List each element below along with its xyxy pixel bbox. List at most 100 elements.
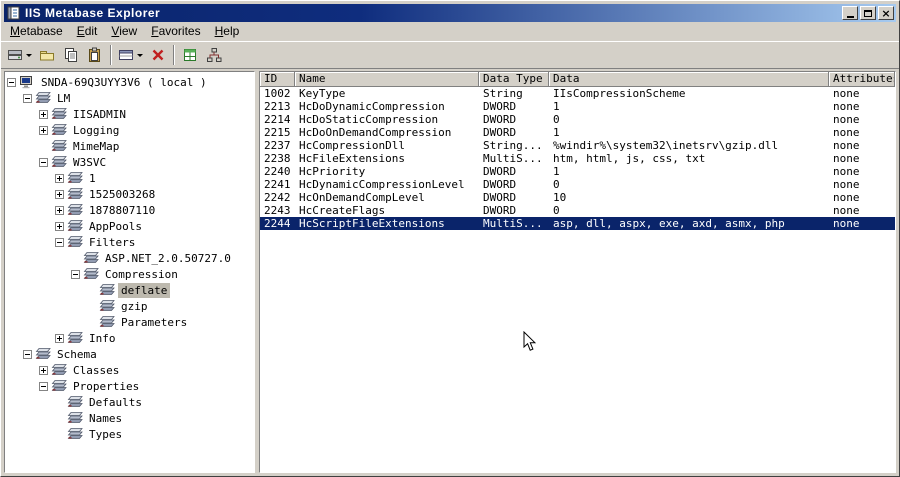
table-cell: DWORD [483, 178, 517, 191]
tree-node-label: deflate [118, 282, 171, 298]
tree-node-compression[interactable]: Compression [7, 266, 254, 282]
collapse-minus-icon[interactable] [23, 349, 32, 359]
tree-node-schema[interactable]: Schema [7, 346, 254, 362]
table-cell: DWORD [483, 100, 517, 113]
collapse-minus-icon[interactable] [71, 269, 80, 279]
tree-node-apppools[interactable]: AppPools [7, 218, 254, 234]
close-button[interactable]: × [878, 6, 894, 20]
menu-metabase[interactable]: Metabase [3, 22, 70, 41]
table-cell: HcFileExtensions [299, 152, 405, 165]
paste-button[interactable] [83, 44, 107, 67]
tree-node-label: SNDA-69Q3UYY3V6 ( local ) [41, 75, 207, 89]
menu-favorites[interactable]: Favorites [144, 22, 207, 41]
new-data-button[interactable] [115, 44, 146, 67]
tree-node-defaults[interactable]: Defaults [7, 394, 254, 410]
table-row-2238[interactable]: 2238 HcFileExtensions MultiS... htm, html, … [260, 152, 895, 165]
table-row-1002[interactable]: 1002 KeyType String IIsCompressionScheme non… [260, 87, 895, 100]
key-icon [51, 379, 67, 393]
column-header-name[interactable]: Name [295, 72, 479, 87]
tree-node-names[interactable]: Names [7, 410, 254, 426]
table-cell: DWORD [483, 126, 517, 139]
tree-node-asp-net-2-0-50727-0[interactable]: ASP.NET_2.0.50727.0 [7, 250, 254, 266]
tree-node-1525003268[interactable]: 1525003268 [7, 186, 254, 202]
expand-plus-icon[interactable] [55, 221, 64, 231]
tree-node-info[interactable]: Info [7, 330, 254, 346]
expand-plus-icon[interactable] [39, 125, 48, 135]
expand-plus-icon[interactable] [55, 173, 64, 183]
menu-help[interactable]: Help [208, 22, 247, 41]
menu-edit[interactable]: Edit [70, 22, 105, 41]
tree-node-label: Classes [73, 363, 120, 377]
column-header-data-type[interactable]: Data Type [479, 72, 549, 87]
tree-node-properties[interactable]: Properties [7, 378, 254, 394]
tree-node-gzip[interactable]: gzip [7, 298, 254, 314]
copy-button[interactable] [59, 44, 83, 67]
tree-node-label: LM [57, 91, 71, 105]
collapse-minus-icon[interactable] [39, 157, 48, 167]
minimize-button[interactable] [842, 6, 858, 20]
column-header-data[interactable]: Data [549, 72, 829, 87]
tree-node-label: Logging [73, 123, 120, 137]
tree-node-classes[interactable]: Classes [7, 362, 254, 378]
table-cell: 1002 [264, 87, 291, 100]
key-icon [67, 187, 83, 201]
tree-node-iisadmin[interactable]: IISADMIN [7, 106, 254, 122]
expand-plus-icon[interactable] [39, 109, 48, 119]
refresh-button[interactable] [178, 44, 202, 67]
tree-node-filters[interactable]: Filters [7, 234, 254, 250]
table-cell: 0 [553, 178, 560, 191]
table-cell: none [829, 217, 895, 230]
dropdown-caret-icon[interactable] [137, 53, 143, 57]
tree-node-1[interactable]: 1 [7, 170, 254, 186]
tree-node-parameters[interactable]: Parameters [7, 314, 254, 330]
table-row-2242[interactable]: 2242 HcOnDemandCompLevel DWORD 10 none [260, 191, 895, 204]
tree-node-label: 1525003268 [89, 187, 156, 201]
tree-node-label: AppPools [89, 219, 142, 233]
maximize-button[interactable] [860, 6, 876, 20]
expand-plus-icon[interactable] [39, 365, 48, 375]
key-icon [51, 139, 67, 153]
tree-node-label: W3SVC [73, 155, 107, 169]
delete-button[interactable] [146, 44, 170, 67]
tree-node-1878807110[interactable]: 1878807110 [7, 202, 254, 218]
tree-node-snda-69q3uyy3v6-local-[interactable]: SNDA-69Q3UYY3V6 ( local ) [7, 74, 254, 90]
collapse-minus-icon[interactable] [39, 381, 48, 391]
key-icon [67, 219, 83, 233]
column-header-id[interactable]: ID [260, 72, 295, 87]
property-list: ID Name Data Type Data Attributes 1002 KeyTyp… [259, 71, 896, 473]
new-key-button[interactable] [4, 44, 35, 67]
collapse-minus-icon[interactable] [23, 93, 32, 103]
expand-plus-icon[interactable] [55, 205, 64, 215]
table-row-2237[interactable]: 2237 HcCompressionDll String... %windir%\sy… [260, 139, 895, 152]
table-row-2213[interactable]: 2213 HcDoDynamicCompression DWORD 1 none [260, 100, 895, 113]
table-row-2243[interactable]: 2243 HcCreateFlags DWORD 0 none [260, 204, 895, 217]
table-row-2214[interactable]: 2214 HcDoStaticCompression DWORD 0 none [260, 113, 895, 126]
key-icon [67, 203, 83, 217]
tree-node-deflate[interactable]: deflate [7, 282, 254, 298]
table-row-2240[interactable]: 2240 HcPriority DWORD 1 none [260, 165, 895, 178]
collapse-minus-icon[interactable] [7, 77, 16, 87]
tree-node-logging[interactable]: Logging [7, 122, 254, 138]
table-cell: IIsCompressionScheme [553, 87, 686, 100]
menu-view[interactable]: View [104, 22, 144, 41]
menu-bar: Metabase Edit View Favorites Help [1, 22, 899, 41]
table-cell: asp, dll, aspx, exe, axd, asmx, php [549, 217, 829, 230]
expand-plus-icon[interactable] [55, 333, 64, 343]
column-header-attributes[interactable]: Attributes [829, 72, 895, 87]
dropdown-caret-icon[interactable] [26, 53, 32, 57]
collapse-minus-icon[interactable] [55, 237, 64, 247]
table-cell: 1 [553, 126, 560, 139]
tree-node-lm[interactable]: LM [7, 90, 254, 106]
tree-node-w3svc[interactable]: W3SVC [7, 154, 254, 170]
table-row-2241[interactable]: 2241 HcDynamicCompressionLevel DWORD 0 none [260, 178, 895, 191]
table-row-2244[interactable]: 2244 HcScriptFileExtensions MultiS... asp, … [260, 217, 895, 230]
tree-node-types[interactable]: Types [7, 426, 254, 442]
table-row-2215[interactable]: 2215 HcDoOnDemandCompression DWORD 1 none [260, 126, 895, 139]
list-header: ID Name Data Type Data Attributes [260, 72, 895, 87]
connect-button[interactable] [202, 44, 226, 67]
expand-plus-icon[interactable] [55, 189, 64, 199]
open-button[interactable] [35, 44, 59, 67]
table-cell: DWORD [483, 204, 517, 217]
table-cell: MultiS... [483, 152, 543, 165]
tree-node-mimemap[interactable]: MimeMap [7, 138, 254, 154]
